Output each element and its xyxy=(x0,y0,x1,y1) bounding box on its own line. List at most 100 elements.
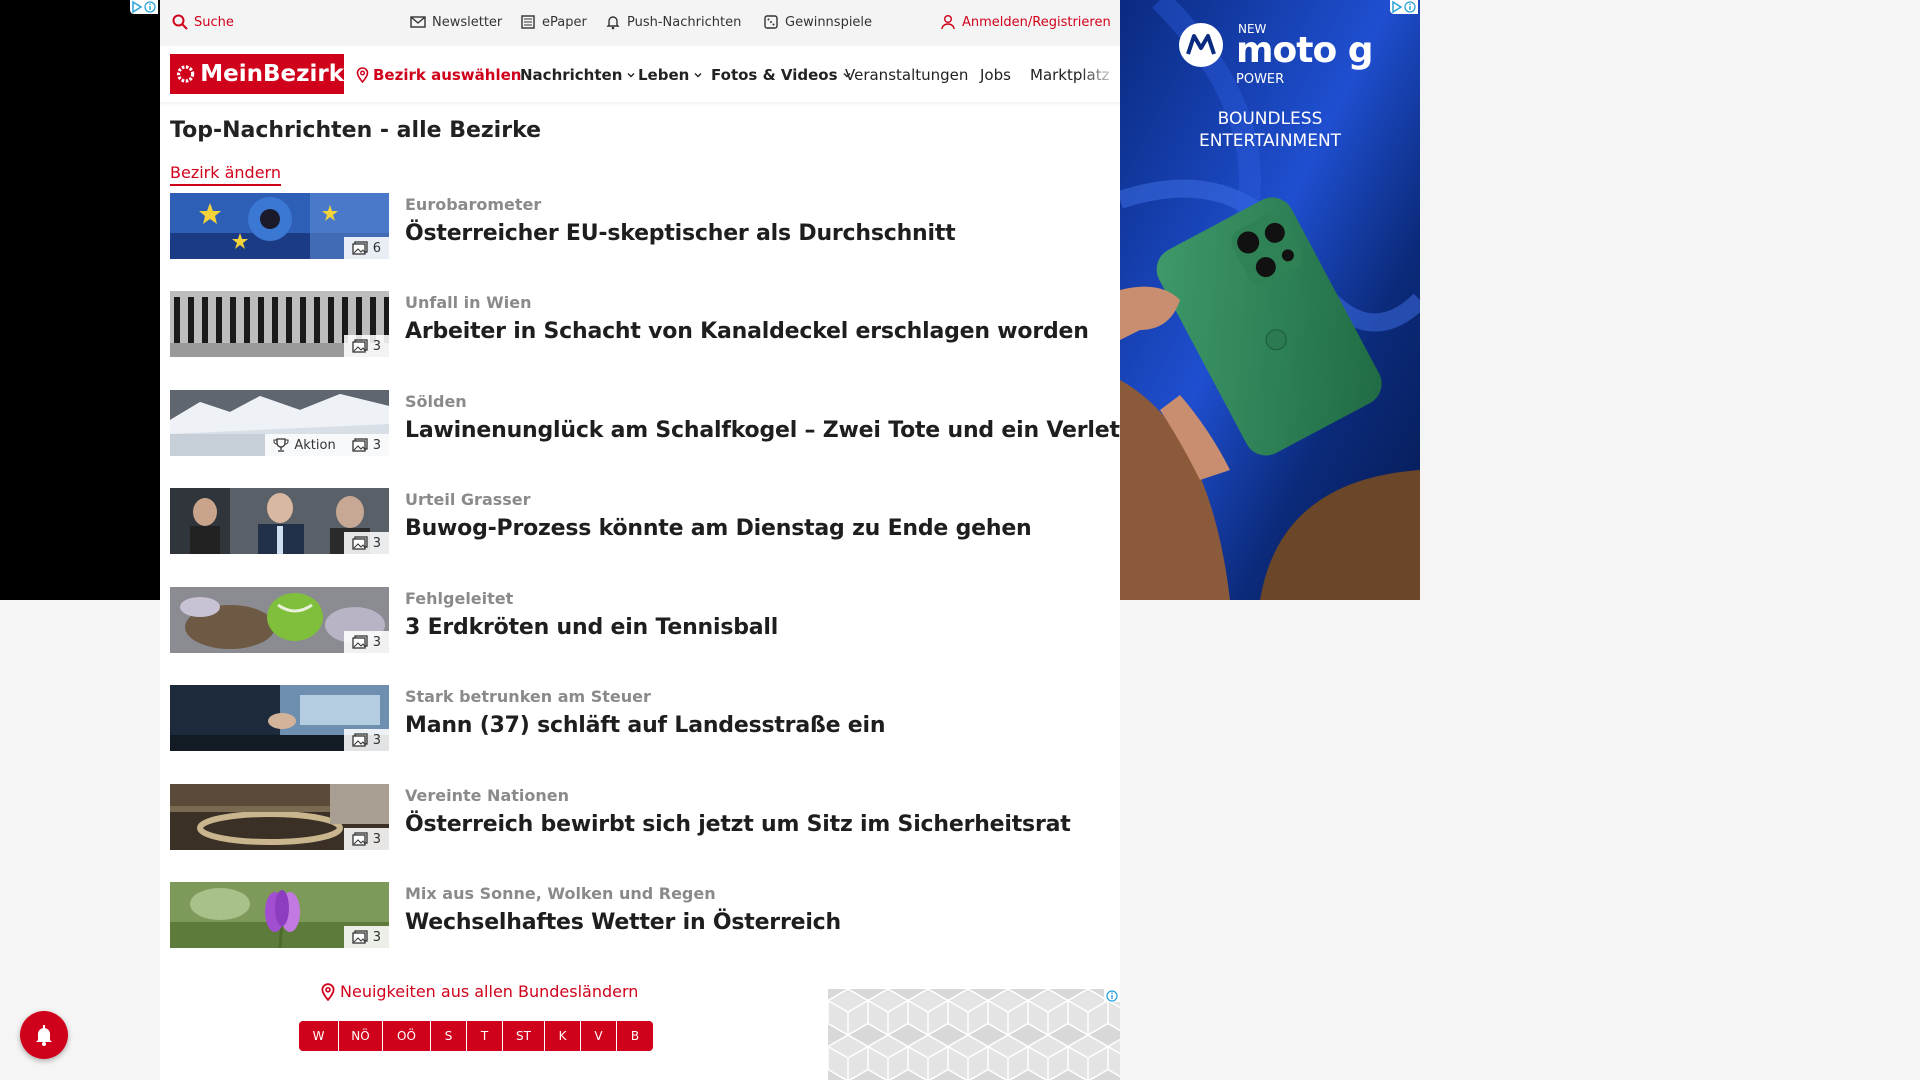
adchoices-icon[interactable] xyxy=(1104,988,1120,1002)
right-advertisement[interactable]: NEW moto g POWER BOUNDLESS ENTERTAINMENT xyxy=(1120,0,1420,600)
nav-item-fotos-videos[interactable]: Fotos & Videos xyxy=(711,66,852,84)
photo-count: 3 xyxy=(372,535,381,551)
state-buttons: W NÖ OÖ S T ST K V B xyxy=(299,1021,653,1051)
games-label: Gewinnspiele xyxy=(785,14,873,30)
utility-bar: Suche Newsletter ePaper Push-Nachrichten… xyxy=(160,0,1120,46)
photo-count: 3 xyxy=(372,437,381,453)
nav-item-veranstaltungen[interactable]: Veranstaltungen xyxy=(845,66,968,84)
push-link[interactable]: Push-Nachrichten xyxy=(605,14,741,30)
article-thumbnail[interactable]: 3 xyxy=(170,291,389,357)
push-label: Push-Nachrichten xyxy=(627,14,742,30)
article-kicker: Sölden xyxy=(405,392,467,411)
article-headline[interactable]: Wechselhaftes Wetter in Österreich xyxy=(405,910,841,935)
article-thumbnail[interactable]: 3 xyxy=(170,882,389,948)
change-district-link[interactable]: Bezirk ändern xyxy=(170,163,281,186)
ad-background-image xyxy=(1120,0,1420,600)
article-kicker: Stark betrunken am Steuer xyxy=(405,687,651,706)
nav-item-leben[interactable]: Leben xyxy=(638,66,703,84)
bottom-advertisement[interactable] xyxy=(818,988,1120,1080)
article-headline[interactable]: Lawinenunglück am Schalfkogel – Zwei Tot… xyxy=(405,418,1168,443)
search-link[interactable]: Suche xyxy=(172,14,234,30)
photo-count: 3 xyxy=(372,929,381,945)
ad-power-label: POWER xyxy=(1236,72,1285,87)
state-button-noe[interactable]: NÖ xyxy=(339,1021,383,1051)
adchoices-icon[interactable] xyxy=(130,0,158,14)
state-button-ooe[interactable]: OÖ xyxy=(383,1021,431,1051)
nav-item-jobs[interactable]: Jobs xyxy=(980,66,1011,84)
newsletter-label: Newsletter xyxy=(432,14,503,30)
article-headline[interactable]: Buwog-Prozess könnte am Dienstag zu Ende… xyxy=(405,516,1032,541)
photo-count: 3 xyxy=(372,338,381,354)
article-item[interactable]: 3 Urteil Grasser Buwog-Prozess könnte am… xyxy=(170,488,1110,556)
state-button-k[interactable]: K xyxy=(545,1021,581,1051)
state-button-b[interactable]: B xyxy=(617,1021,653,1051)
image-icon xyxy=(352,930,368,944)
nav-label: Fotos & Videos xyxy=(711,66,838,84)
article-item[interactable]: 3 Mix aus Sonne, Wolken und Regen Wechse… xyxy=(170,882,1110,950)
state-button-st[interactable]: ST xyxy=(503,1021,545,1051)
photo-count-badge: 3 xyxy=(343,532,389,554)
article-headline[interactable]: Arbeiter in Schacht von Kanaldeckel ersc… xyxy=(405,319,1089,344)
games-link[interactable]: Gewinnspiele xyxy=(763,14,872,30)
newsletter-link[interactable]: Newsletter xyxy=(410,14,502,30)
article-item[interactable]: 3 Stark betrunken am Steuer Mann (37) sc… xyxy=(170,685,1110,753)
login-label: Anmelden/Registrieren xyxy=(962,14,1111,30)
nav-fade xyxy=(1080,46,1120,102)
search-icon xyxy=(172,14,188,30)
motorola-logo xyxy=(1178,22,1224,72)
ad-brand-name: moto g xyxy=(1236,30,1373,71)
page-title: Top-Nachrichten - alle Bezirke xyxy=(170,118,542,143)
logo[interactable]: MeinBezirk xyxy=(170,54,344,94)
nav-label: Jobs xyxy=(980,66,1011,84)
state-button-s[interactable]: S xyxy=(431,1021,467,1051)
nav-label: Leben xyxy=(638,66,690,84)
article-thumbnail[interactable]: Aktion 3 xyxy=(170,390,389,456)
district-label: Bezirk auswählen xyxy=(373,66,522,84)
state-button-t[interactable]: T xyxy=(467,1021,503,1051)
logo-icon xyxy=(176,65,195,83)
article-item[interactable]: 6 Eurobarometer Österreicher EU-skeptisc… xyxy=(170,193,1110,261)
location-pin-icon xyxy=(321,982,335,1001)
article-item[interactable]: 3 Fehlgeleitet 3 Erdkröten und ein Tenni… xyxy=(170,587,1110,655)
article-thumbnail[interactable]: 6 xyxy=(170,193,389,259)
newspaper-icon xyxy=(521,15,535,29)
photo-count-badge: 6 xyxy=(343,237,389,259)
trophy-icon xyxy=(273,438,289,452)
ad-tagline: BOUNDLESS ENTERTAINMENT xyxy=(1120,108,1420,152)
login-link[interactable]: Anmelden/Registrieren xyxy=(940,14,1111,30)
article-kicker: Mix aus Sonne, Wolken und Regen xyxy=(405,884,716,903)
article-thumbnail[interactable]: 3 xyxy=(170,685,389,751)
article-thumbnail[interactable]: 3 xyxy=(170,488,389,554)
epaper-link[interactable]: ePaper xyxy=(520,14,587,30)
image-icon xyxy=(352,438,368,452)
ad-tagline-line2: ENTERTAINMENT xyxy=(1198,131,1342,151)
article-thumbnail[interactable]: 3 xyxy=(170,784,389,850)
article-item[interactable]: 3 Vereinte Nationen Österreich bewirbt s… xyxy=(170,784,1110,852)
photo-count-badge: 3 xyxy=(343,631,389,653)
bell-icon xyxy=(606,16,620,30)
article-thumbnail[interactable]: 3 xyxy=(170,587,389,653)
state-button-w[interactable]: W xyxy=(299,1021,339,1051)
nav-item-nachrichten[interactable]: Nachrichten xyxy=(520,66,636,84)
article-item[interactable]: 3 Unfall in Wien Arbeiter in Schacht von… xyxy=(170,291,1110,359)
article-kicker: Unfall in Wien xyxy=(405,293,532,312)
article-kicker: Urteil Grasser xyxy=(405,490,531,509)
mail-icon xyxy=(410,16,426,28)
article-headline[interactable]: 3 Erdkröten und ein Tennisball xyxy=(405,615,778,640)
article-headline[interactable]: Mann (37) schläft auf Landesstraße ein xyxy=(405,713,886,738)
article-headline[interactable]: Österreicher EU-skeptischer als Durchsch… xyxy=(405,221,956,246)
district-selector[interactable]: Bezirk auswählen xyxy=(356,66,521,84)
bell-icon xyxy=(36,1025,52,1046)
photo-count-badge: 3 xyxy=(343,335,389,357)
article-kicker: Vereinte Nationen xyxy=(405,786,569,805)
article-headline[interactable]: Österreich bewirbt sich jetzt um Sitz im… xyxy=(405,812,1071,837)
photo-count-badge: 3 xyxy=(343,926,389,948)
article-item[interactable]: Aktion 3 Sölden Lawinenunglück am Schalf… xyxy=(170,390,1168,458)
photo-count-badge: 3 xyxy=(343,729,389,751)
states-section-title[interactable]: Neuigkeiten aus allen Bundesländern xyxy=(320,982,638,1001)
left-advertisement[interactable] xyxy=(0,0,160,600)
notification-bell-button[interactable] xyxy=(20,1011,68,1059)
adchoices-icon[interactable] xyxy=(1390,0,1418,14)
photo-count-badge: 3 xyxy=(343,828,389,850)
state-button-v[interactable]: V xyxy=(581,1021,617,1051)
